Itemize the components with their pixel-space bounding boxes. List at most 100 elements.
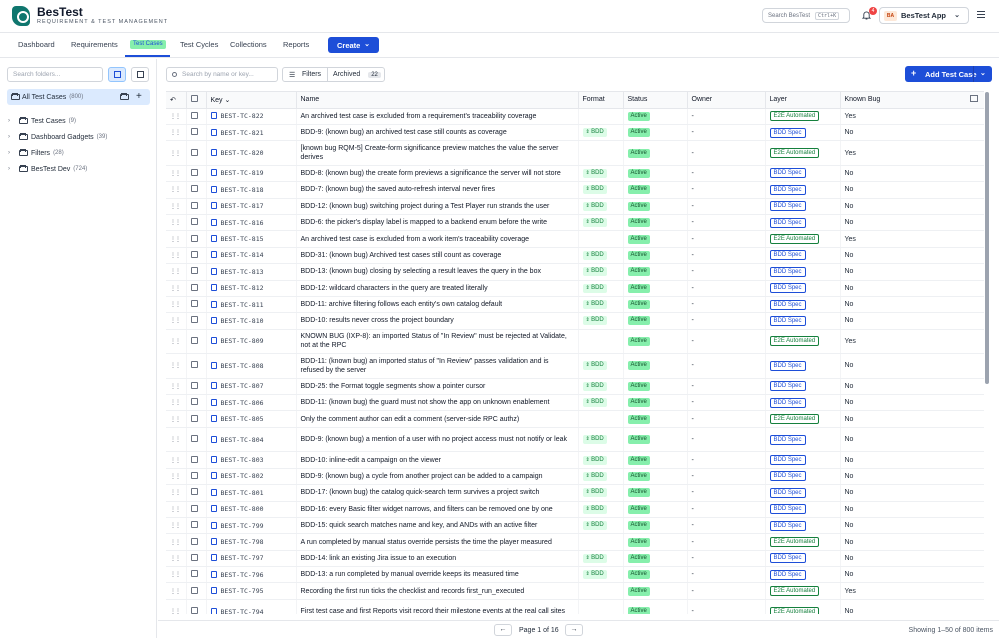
row-checkbox[interactable]: [190, 267, 198, 275]
drag-handle-icon[interactable]: ⋮⋮: [170, 151, 181, 157]
prev-page-button[interactable]: ←: [494, 624, 512, 636]
table-row[interactable]: ⋮⋮ BEST-TC-809 KNOWN BUG (IXP-8): an impor…: [166, 329, 984, 355]
key-cell[interactable]: BEST-TC-795: [206, 582, 297, 600]
drag-handle-icon[interactable]: ⋮⋮: [170, 318, 181, 324]
table-row[interactable]: ⋮⋮ BEST-TC-811 BDD-11: archive filtering f…: [166, 296, 984, 314]
table-row[interactable]: ⋮⋮ BEST-TC-799 BDD-15: quick search matche…: [166, 517, 984, 535]
drag-handle-icon[interactable]: ⋮⋮: [170, 130, 181, 136]
chevron-right-icon[interactable]: ›: [8, 150, 17, 156]
column-header-name[interactable]: Name: [296, 92, 579, 109]
key-cell[interactable]: BEST-TC-817: [206, 198, 297, 215]
test-case-key[interactable]: BEST-TC-816: [221, 219, 264, 227]
name-cell[interactable]: An archived test case is excluded from a…: [296, 230, 579, 248]
test-case-key[interactable]: BEST-TC-801: [221, 489, 264, 497]
chevron-right-icon[interactable]: ›: [8, 118, 17, 124]
list-view-toggle[interactable]: [131, 67, 149, 82]
name-cell[interactable]: An archived test case is excluded from a…: [296, 108, 579, 125]
drag-handle-icon[interactable]: ⋮⋮: [170, 363, 181, 369]
test-case-search-input[interactable]: Search by name or key...: [166, 67, 278, 82]
key-cell[interactable]: BEST-TC-819: [206, 165, 297, 183]
row-checkbox[interactable]: [190, 250, 198, 258]
key-cell[interactable]: BEST-TC-794: [206, 599, 297, 614]
key-cell[interactable]: BEST-TC-822: [206, 108, 297, 125]
drag-handle-icon[interactable]: ⋮⋮: [170, 237, 181, 243]
column-header-owner[interactable]: Owner: [687, 92, 766, 109]
table-row[interactable]: ⋮⋮ BEST-TC-798 A run completed by manual s…: [166, 533, 984, 551]
name-cell[interactable]: BDD-13: a run completed by manual overri…: [296, 566, 579, 584]
name-cell[interactable]: BDD-9: (known bug) a cycle from another …: [296, 468, 579, 486]
test-case-key[interactable]: BEST-TC-818: [221, 186, 264, 194]
table-row[interactable]: ⋮⋮ BEST-TC-815 An archived test case is ex…: [166, 230, 984, 248]
key-cell[interactable]: BEST-TC-799: [206, 517, 297, 535]
column-settings-icon[interactable]: [969, 95, 978, 102]
column-header-known-bug[interactable]: Known Bug: [840, 92, 984, 109]
name-cell[interactable]: BDD-12: (known bug) switching project du…: [296, 198, 579, 215]
key-cell[interactable]: BEST-TC-800: [206, 501, 297, 518]
table-row[interactable]: ⋮⋮ BEST-TC-794 First test case and first R…: [166, 599, 984, 614]
name-cell[interactable]: BDD-6: the picker's display label is map…: [296, 214, 579, 232]
table-row[interactable]: ⋮⋮ BEST-TC-802 BDD-9: (known bug) a cycle …: [166, 468, 984, 486]
table-row[interactable]: ⋮⋮ BEST-TC-808 BDD-11: (known bug) an impo…: [166, 353, 984, 379]
key-cell[interactable]: BEST-TC-806: [206, 394, 297, 412]
key-cell[interactable]: BEST-TC-814: [206, 247, 297, 265]
name-cell[interactable]: BDD-31: (known bug) Archived test cases …: [296, 247, 579, 265]
tab-dashboard[interactable]: Dashboard: [18, 40, 55, 49]
drag-handle-icon[interactable]: ⋮⋮: [170, 490, 181, 496]
column-header-key[interactable]: Key ⌄: [206, 92, 297, 109]
row-checkbox[interactable]: [190, 435, 198, 443]
test-case-key[interactable]: BEST-TC-798: [221, 538, 264, 546]
test-case-key[interactable]: BEST-TC-820: [221, 149, 264, 157]
logo-icon[interactable]: [12, 6, 30, 26]
test-case-key[interactable]: BEST-TC-822: [221, 112, 264, 120]
test-case-key[interactable]: BEST-TC-804: [221, 436, 264, 444]
drag-handle-icon[interactable]: ⋮⋮: [170, 269, 181, 275]
table-row[interactable]: ⋮⋮ BEST-TC-814 BDD-31: (known bug) Archive…: [166, 247, 984, 265]
next-page-button[interactable]: →: [565, 624, 583, 636]
name-cell[interactable]: BDD-25: the Format toggle segments show …: [296, 378, 579, 396]
column-header-layer[interactable]: Layer: [765, 92, 841, 109]
folder-all-test-cases[interactable]: All Test Cases (800) +: [7, 89, 150, 105]
archived-toggle[interactable]: Archived 22: [328, 71, 381, 78]
test-case-key[interactable]: BEST-TC-802: [221, 472, 264, 480]
filters-button[interactable]: ☰ Filters: [283, 68, 328, 81]
test-case-key[interactable]: BEST-TC-797: [221, 554, 264, 562]
row-checkbox[interactable]: [190, 218, 198, 226]
test-case-key[interactable]: BEST-TC-809: [221, 337, 264, 345]
tree-view-toggle[interactable]: [108, 67, 126, 82]
row-checkbox[interactable]: [190, 336, 198, 344]
table-row[interactable]: ⋮⋮ BEST-TC-810 BDD-10: results never cross…: [166, 312, 984, 330]
key-cell[interactable]: BEST-TC-818: [206, 181, 297, 199]
key-cell[interactable]: BEST-TC-805: [206, 410, 297, 428]
test-case-key[interactable]: BEST-TC-806: [221, 399, 264, 407]
drag-handle-icon[interactable]: ⋮⋮: [170, 253, 181, 259]
drag-handle-icon[interactable]: ⋮⋮: [170, 556, 181, 562]
table-row[interactable]: ⋮⋮ BEST-TC-817 BDD-12: (known bug) switchi…: [166, 198, 984, 215]
name-cell[interactable]: BDD-12: wildcard characters in the query…: [296, 280, 579, 297]
drag-handle-icon[interactable]: ⋮⋮: [170, 507, 181, 513]
create-button[interactable]: Create ⌄: [328, 37, 379, 53]
folder-item[interactable]: › Test Cases (9): [8, 115, 76, 127]
table-row[interactable]: ⋮⋮ BEST-TC-801 BDD-17: (known bug) the cat…: [166, 484, 984, 502]
global-search[interactable]: Search BesTest Ctrl+K: [762, 8, 850, 23]
select-all-checkbox[interactable]: [190, 95, 198, 103]
test-case-key[interactable]: BEST-TC-811: [221, 301, 264, 309]
tab-test-cycles[interactable]: Test Cycles: [180, 40, 218, 49]
test-case-key[interactable]: BEST-TC-815: [221, 235, 264, 243]
folder-item[interactable]: › BesTest Dev (724): [8, 163, 87, 175]
chevron-down-icon[interactable]: ⌄: [980, 69, 986, 77]
table-row[interactable]: ⋮⋮ BEST-TC-804 BDD-9: (known bug) a mentio…: [166, 427, 984, 453]
key-cell[interactable]: BEST-TC-798: [206, 533, 297, 551]
app-selector[interactable]: BA BesTest App ⌄: [879, 7, 969, 24]
row-checkbox[interactable]: [190, 300, 198, 308]
drag-handle-icon[interactable]: ⋮⋮: [170, 171, 181, 177]
row-checkbox[interactable]: [190, 111, 198, 119]
drag-handle-icon[interactable]: ⋮⋮: [170, 474, 181, 480]
drag-handle-icon[interactable]: ⋮⋮: [170, 572, 181, 578]
test-case-key[interactable]: BEST-TC-794: [221, 608, 264, 614]
drag-handle-icon[interactable]: ⋮⋮: [170, 589, 181, 595]
row-checkbox[interactable]: [190, 488, 198, 496]
drag-handle-icon[interactable]: ⋮⋮: [170, 114, 181, 120]
key-cell[interactable]: BEST-TC-797: [206, 550, 297, 568]
table-row[interactable]: ⋮⋮ BEST-TC-820 [known bug RQM-5] Create-fo…: [166, 140, 984, 166]
test-case-key[interactable]: BEST-TC-813: [221, 268, 264, 276]
